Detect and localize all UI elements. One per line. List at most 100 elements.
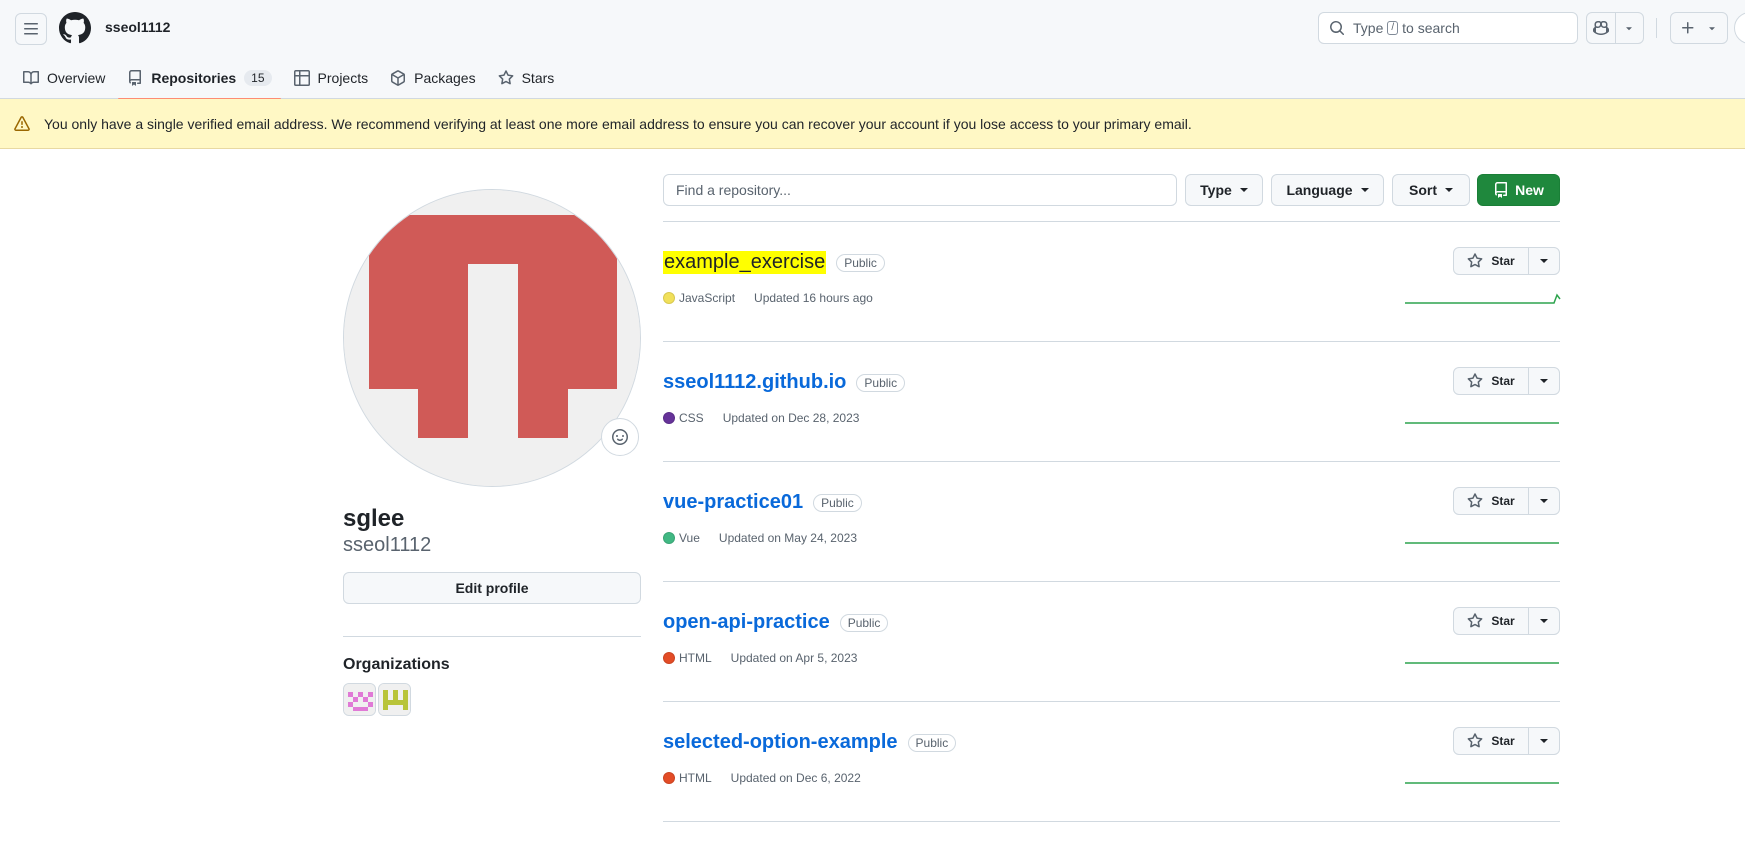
table-icon <box>293 69 310 86</box>
find-repository-input[interactable]: Find a repository... <box>663 174 1177 206</box>
language-color-dot <box>663 292 675 304</box>
star-button-group: Star <box>1453 607 1560 635</box>
star-button-group: Star <box>1453 727 1560 755</box>
repo-name-link[interactable]: example_exercise <box>663 251 827 274</box>
tab-label: Packages <box>414 69 476 86</box>
sort-filter-label: Sort <box>1409 182 1437 198</box>
star-button-label: Star <box>1491 734 1515 748</box>
star-button-label: Star <box>1491 614 1515 628</box>
repo-name-link[interactable]: selected-option-example <box>663 731 898 754</box>
tab-repositories[interactable]: Repositories 15 <box>118 56 281 100</box>
star-button[interactable]: Star <box>1454 248 1529 274</box>
caret-down-icon <box>1540 379 1548 383</box>
repo-icon <box>1495 182 1508 198</box>
menu-button[interactable] <box>15 13 47 45</box>
breadcrumb-username[interactable]: sseol1112 <box>105 19 170 35</box>
triangle-down-icon <box>1626 27 1632 31</box>
organization-avatar[interactable] <box>378 683 411 716</box>
tab-projects[interactable]: Projects <box>285 56 378 99</box>
type-filter-button[interactable]: Type <box>1185 174 1263 206</box>
star-button[interactable]: Star <box>1454 728 1529 754</box>
star-list-menu-button[interactable] <box>1529 488 1559 514</box>
activity-sparkline <box>1405 782 1559 784</box>
hamburger-icon <box>24 23 38 35</box>
identicon-image <box>344 190 640 486</box>
repo-list-item: selected-option-example Public HTML Upda… <box>663 702 1560 822</box>
repo-language: HTML <box>679 651 712 665</box>
copilot-button[interactable] <box>1587 13 1615 43</box>
repo-language: CSS <box>679 411 704 425</box>
package-icon <box>391 69 406 86</box>
profile-username: sseol1112 <box>343 534 432 556</box>
sort-filter-button[interactable]: Sort <box>1392 174 1470 206</box>
repo-updated: Updated on Apr 5, 2023 <box>730 651 858 665</box>
edit-profile-button[interactable]: Edit profile <box>343 572 641 604</box>
copilot-menu-button[interactable] <box>1614 13 1644 43</box>
repo-updated: Updated on Dec 6, 2022 <box>730 771 861 785</box>
organization-identicon <box>344 684 375 715</box>
tab-overview[interactable]: Overview <box>14 56 114 99</box>
repo-updated: Updated on May 24, 2023 <box>718 531 858 545</box>
profile-tabs: Overview Repositories 15 Projects Packag… <box>14 56 567 100</box>
star-button[interactable]: Star <box>1454 368 1529 394</box>
profile-full-name: sglee <box>343 505 405 532</box>
repository-count-badge: 15 <box>244 69 272 86</box>
star-list-menu-button[interactable] <box>1529 728 1559 754</box>
activity-sparkline <box>1405 542 1559 544</box>
search-icon <box>1330 21 1345 36</box>
tab-label: Repositories <box>151 69 237 86</box>
repo-name-link[interactable]: sseol1112.github.io <box>663 371 846 394</box>
star-list-menu-button[interactable] <box>1529 248 1559 274</box>
star-icon <box>1467 613 1483 628</box>
tab-packages[interactable]: Packages <box>381 56 484 99</box>
email-warning-banner: You only have a single verified email ad… <box>0 99 1745 149</box>
organizations-heading: Organizations <box>343 656 450 673</box>
star-icon <box>1467 373 1483 388</box>
star-icon <box>1467 253 1483 268</box>
new-button-label: New <box>1515 182 1544 198</box>
smiley-icon <box>612 429 628 445</box>
visibility-badge: Public <box>813 493 862 512</box>
create-new-button[interactable] <box>1670 12 1728 44</box>
tab-label: Overview <box>47 69 106 86</box>
star-button-label: Star <box>1491 374 1515 388</box>
repo-name-link[interactable]: vue-practice01 <box>663 491 803 514</box>
language-filter-button[interactable]: Language <box>1271 174 1384 206</box>
tab-label: Projects <box>317 69 369 86</box>
language-color-dot <box>663 772 675 784</box>
caret-down-icon <box>1540 259 1548 263</box>
copilot-icon <box>1592 20 1609 36</box>
user-menu-avatar[interactable] <box>1734 12 1745 44</box>
set-status-button[interactable] <box>601 418 639 456</box>
new-repository-button[interactable]: New <box>1477 174 1560 206</box>
visibility-badge: Public <box>839 613 889 632</box>
organization-avatar[interactable] <box>343 683 376 716</box>
language-color-dot <box>663 412 675 424</box>
search-input[interactable]: Type / to search <box>1318 12 1578 44</box>
language-filter-label: Language <box>1286 182 1353 198</box>
profile-avatar[interactable] <box>343 189 641 487</box>
language-color-dot <box>663 652 675 664</box>
visibility-badge: Public <box>907 733 957 752</box>
star-button[interactable]: Star <box>1454 488 1529 514</box>
repo-list-item: open-api-practice Public HTML Updated on… <box>663 582 1560 702</box>
star-list-menu-button[interactable] <box>1529 608 1559 634</box>
header-divider <box>1656 18 1657 38</box>
repo-name-link[interactable]: open-api-practice <box>663 611 830 634</box>
star-button[interactable]: Star <box>1454 608 1529 634</box>
book-icon <box>23 70 39 84</box>
repo-language: HTML <box>679 771 712 785</box>
caret-down-icon <box>1239 188 1248 192</box>
caret-down-icon <box>1540 499 1548 503</box>
star-icon <box>1467 733 1483 748</box>
repo-updated: Updated 16 hours ago <box>754 291 873 305</box>
tab-stars[interactable]: Stars <box>489 56 564 99</box>
star-list-menu-button[interactable] <box>1529 368 1559 394</box>
repo-language: JavaScript <box>679 291 736 305</box>
github-logo-icon[interactable] <box>59 12 91 44</box>
visibility-badge: Public <box>856 373 906 392</box>
caret-down-icon <box>1445 188 1453 192</box>
search-placeholder-after: to search <box>1402 20 1460 36</box>
activity-sparkline <box>1405 662 1559 664</box>
repo-language: Vue <box>679 531 700 545</box>
